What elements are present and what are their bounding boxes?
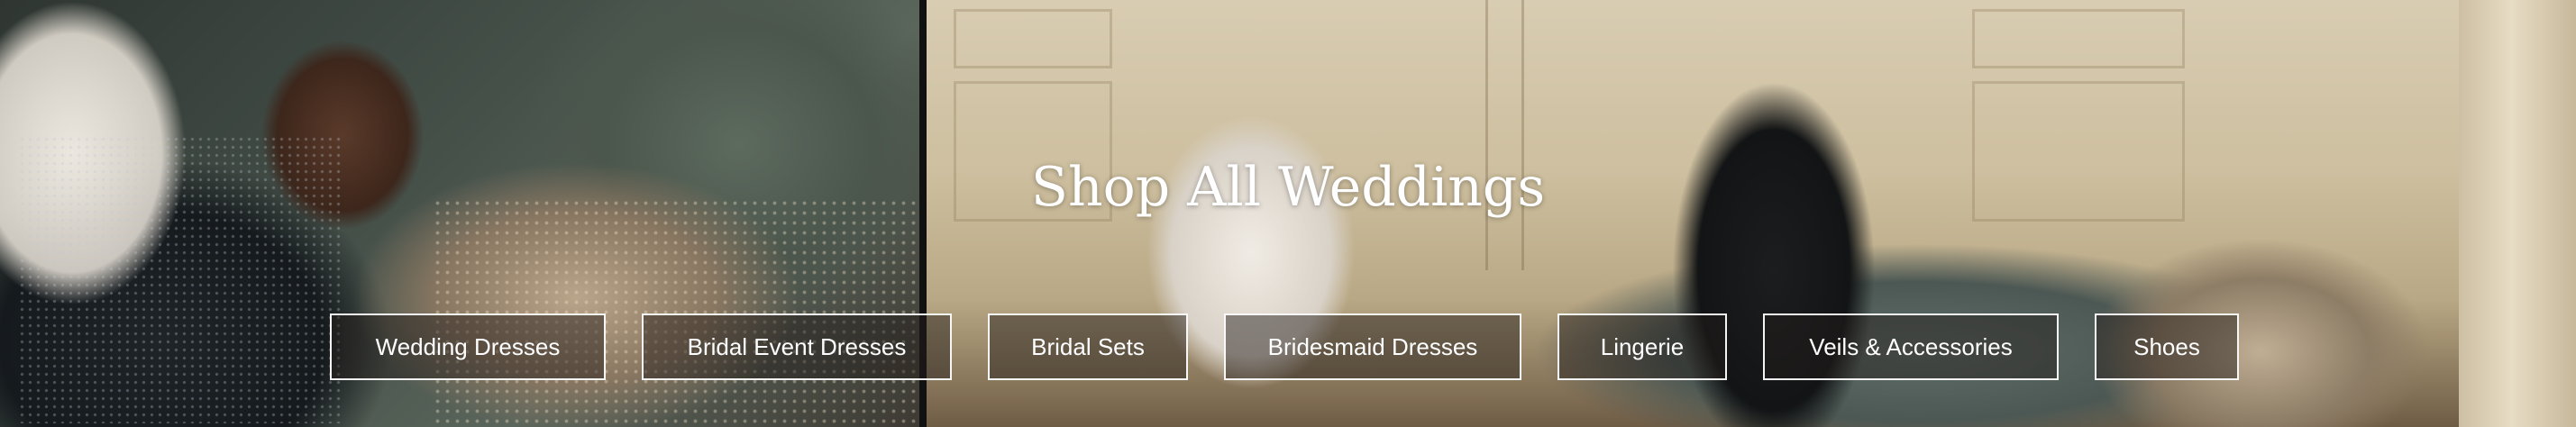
veils-accessories-button[interactable]: Veils & Accessories	[1763, 313, 2059, 380]
wedding-hero-banner: Shop All Weddings Wedding Dresses Bridal…	[0, 0, 2576, 427]
door-line	[1485, 0, 1488, 270]
wedding-dresses-button[interactable]: Wedding Dresses	[330, 313, 606, 380]
shoes-button[interactable]: Shoes	[2095, 313, 2239, 380]
bridal-event-dresses-button[interactable]: Bridal Event Dresses	[642, 313, 952, 380]
lingerie-button[interactable]: Lingerie	[1557, 313, 1727, 380]
page-title[interactable]: Shop All Weddings	[0, 160, 2576, 214]
bridal-sets-button[interactable]: Bridal Sets	[988, 313, 1188, 380]
bridesmaid-dresses-button[interactable]: Bridesmaid Dresses	[1224, 313, 1521, 380]
wall-molding	[1972, 9, 2185, 68]
door-line	[1521, 0, 1524, 270]
wall-molding	[954, 9, 1112, 68]
gold-sequin-dress-texture	[433, 198, 919, 427]
